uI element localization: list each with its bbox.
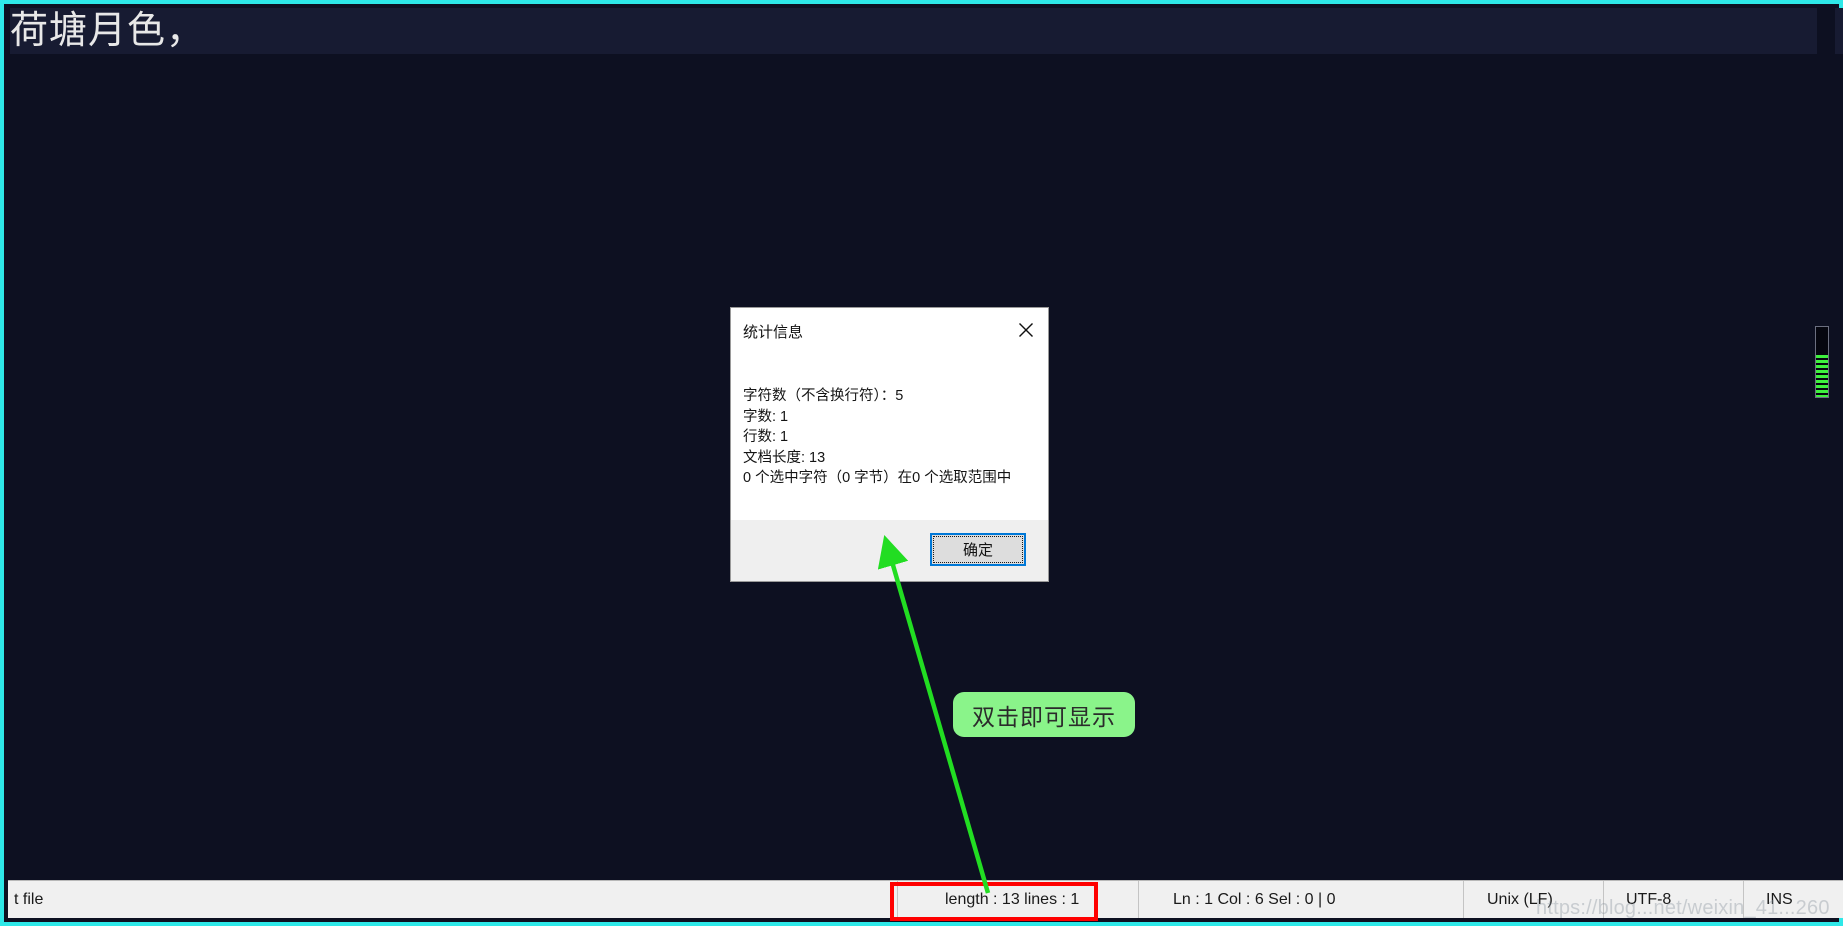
status-caret-position[interactable]: Ln : 1 Col : 6 Sel : 0 | 0 [1139,881,1464,918]
editor-document-line[interactable]: 荷塘月色， [10,8,1843,54]
dialog-footer: 确定 [731,520,1048,581]
status-insert-mode[interactable]: INS [1744,881,1824,918]
document-map-stripes [1816,355,1828,397]
stat-line-characters: 字符数（不含换行符）：5 [743,388,904,404]
ok-button[interactable]: 确定 [930,533,1026,566]
close-icon-glyph [1019,323,1033,337]
stat-line-selection: 0 个选中字符（0 字节）在0 个选取范围中 [743,470,1012,486]
close-icon[interactable] [1013,317,1039,343]
dialog-content: 字符数（不含换行符）：5 字数: 1 行数: 1 文档长度: 13 0 个选中字… [731,352,1048,520]
status-encoding[interactable]: UTF-8 [1604,881,1744,918]
statistics-dialog: 统计信息 字符数（不含换行符）：5 字数: 1 行数: 1 文档长度: 13 0… [731,308,1048,581]
vertical-scrollbar-track[interactable] [1815,8,1835,884]
editor-window: 荷塘月色， 统计信息 字符数（不含换行符）：5 字数: 1 行数: 1 文档长度… [0,0,1843,926]
status-eol-format[interactable]: Unix (LF) [1464,881,1604,918]
dialog-title: 统计信息 [743,324,804,341]
status-bar: t file length : 13 lines : 1 Ln : 1 Col … [8,880,1843,918]
annotation-callout: 双击即可显示 [953,692,1135,737]
ok-button-label: 确定 [933,536,1023,563]
stat-line-doclength: 文档长度: 13 [743,449,826,466]
stat-line-words: 字数: 1 [743,408,789,425]
stat-line-lines: 行数: 1 [743,429,789,445]
status-length-lines[interactable]: length : 13 lines : 1 [898,881,1139,918]
dialog-titlebar[interactable]: 统计信息 [731,308,1048,352]
status-file-type[interactable]: t file [8,881,898,918]
